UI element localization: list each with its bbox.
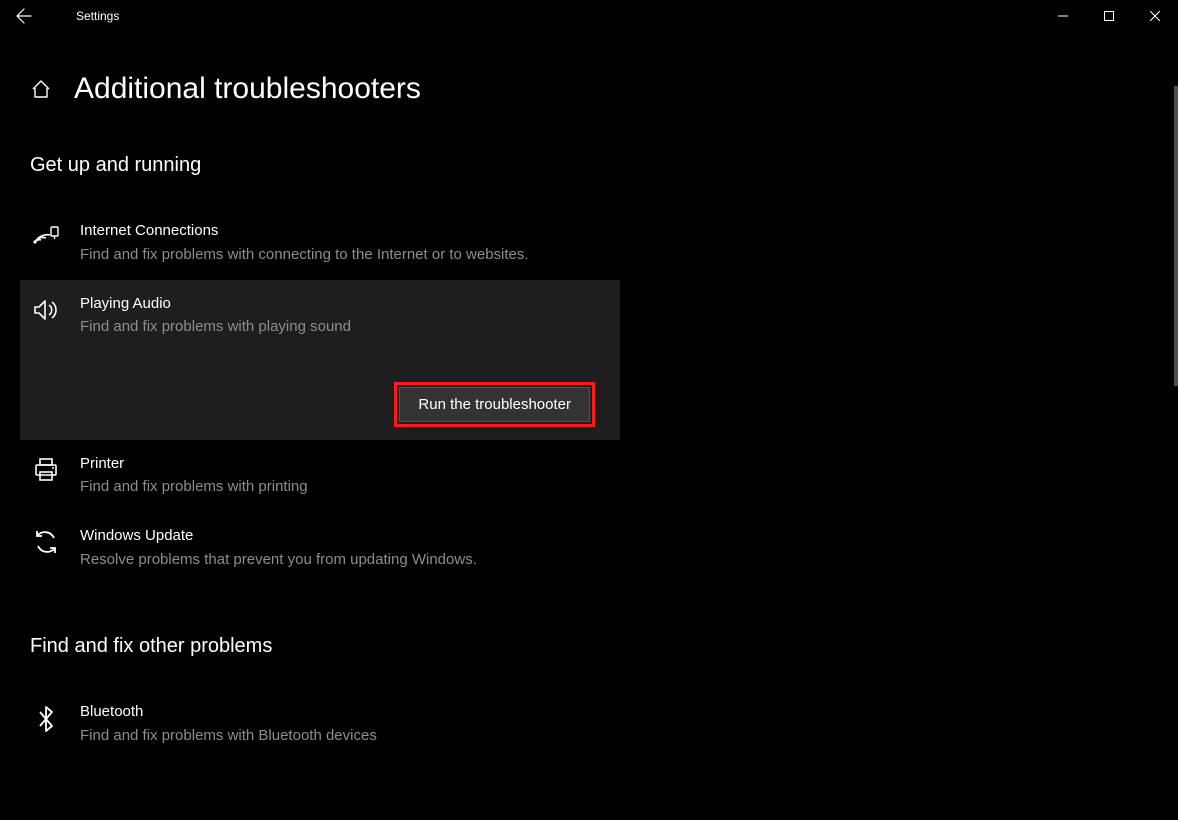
troubleshooter-item-update[interactable]: Windows Update Resolve problems that pre… bbox=[20, 512, 620, 585]
item-main: Playing Audio Find and fix problems with… bbox=[30, 294, 600, 339]
close-icon bbox=[1150, 11, 1160, 21]
page-header: Additional troubleshooters bbox=[30, 72, 1148, 106]
speaker-icon bbox=[30, 294, 62, 339]
item-title: Playing Audio bbox=[80, 294, 600, 314]
arrow-left-icon bbox=[16, 8, 32, 24]
home-icon bbox=[31, 79, 51, 99]
item-desc: Find and fix problems with connecting to… bbox=[80, 243, 580, 266]
run-troubleshooter-button[interactable]: Run the troubleshooter bbox=[399, 387, 590, 422]
section-title-other: Find and fix other problems bbox=[30, 635, 620, 658]
minimize-icon bbox=[1058, 11, 1068, 21]
home-button[interactable] bbox=[30, 78, 52, 100]
sync-icon bbox=[30, 526, 62, 571]
item-title: Printer bbox=[80, 454, 600, 474]
troubleshooter-item-printer[interactable]: Printer Find and fix problems with print… bbox=[20, 440, 620, 513]
item-desc: Find and fix problems with printing bbox=[80, 475, 580, 498]
section-title-running: Get up and running bbox=[30, 154, 620, 177]
maximize-button[interactable] bbox=[1086, 0, 1132, 32]
printer-icon bbox=[30, 454, 62, 499]
troubleshooter-item-audio[interactable]: Playing Audio Find and fix problems with… bbox=[20, 280, 620, 440]
item-text: Bluetooth Find and fix problems with Blu… bbox=[80, 702, 600, 747]
item-title: Windows Update bbox=[80, 526, 600, 546]
content-column: Get up and running Internet Connections … bbox=[30, 154, 620, 761]
item-text: Printer Find and fix problems with print… bbox=[80, 454, 600, 499]
run-row: Run the troubleshooter bbox=[30, 387, 600, 422]
minimize-button[interactable] bbox=[1040, 0, 1086, 32]
titlebar: Settings bbox=[0, 0, 1178, 32]
wifi-icon bbox=[30, 221, 62, 266]
section-other: Find and fix other problems Bluetooth Fi… bbox=[30, 635, 620, 761]
item-desc: Find and fix problems with Bluetooth dev… bbox=[80, 724, 580, 747]
page-title: Additional troubleshooters bbox=[74, 72, 421, 106]
titlebar-left: Settings bbox=[0, 0, 119, 32]
bluetooth-icon bbox=[30, 702, 62, 747]
troubleshooter-item-internet[interactable]: Internet Connections Find and fix proble… bbox=[20, 207, 620, 280]
scrollbar[interactable] bbox=[1174, 86, 1178, 386]
content-area: Additional troubleshooters Get up and ru… bbox=[0, 32, 1178, 820]
item-desc: Resolve problems that prevent you from u… bbox=[80, 548, 580, 571]
item-desc: Find and fix problems with playing sound bbox=[80, 315, 580, 338]
close-button[interactable] bbox=[1132, 0, 1178, 32]
caption-buttons bbox=[1040, 0, 1178, 32]
maximize-icon bbox=[1104, 11, 1114, 21]
back-button[interactable] bbox=[0, 0, 48, 32]
item-title: Bluetooth bbox=[80, 702, 600, 722]
troubleshooter-item-bluetooth[interactable]: Bluetooth Find and fix problems with Blu… bbox=[20, 688, 620, 761]
item-text: Playing Audio Find and fix problems with… bbox=[80, 294, 600, 339]
item-title: Internet Connections bbox=[80, 221, 600, 241]
item-text: Windows Update Resolve problems that pre… bbox=[80, 526, 600, 571]
item-text: Internet Connections Find and fix proble… bbox=[80, 221, 600, 266]
window-title: Settings bbox=[48, 9, 119, 23]
